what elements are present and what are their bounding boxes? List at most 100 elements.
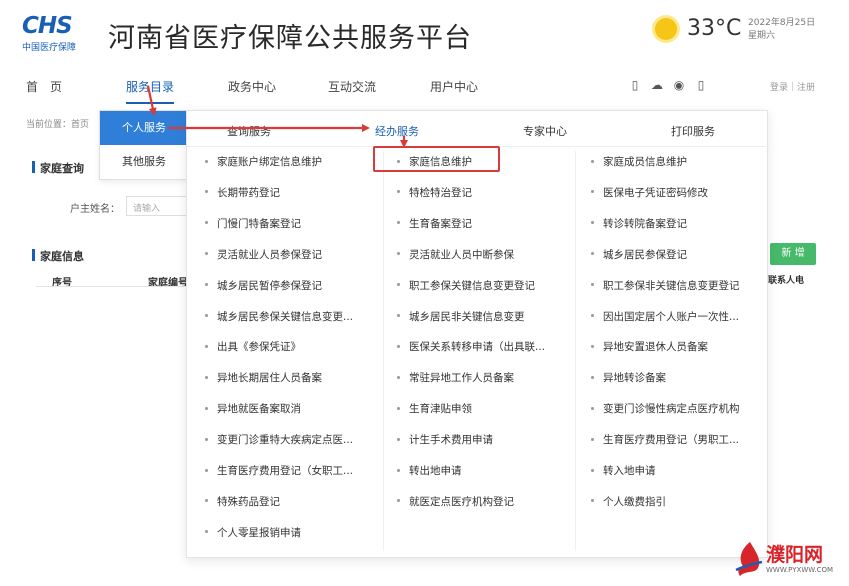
service-item-label: 城乡居民参保登记	[603, 248, 687, 261]
service-item-label: 生育备案登记	[409, 217, 472, 230]
service-item[interactable]: 个人缴费指引	[591, 494, 666, 509]
service-item-label: 就医定点医疗机构登记	[409, 495, 514, 508]
service-item[interactable]: 城乡居民参保关键信息变更...	[205, 309, 353, 324]
bullet-icon	[591, 252, 594, 256]
bullet-icon	[205, 437, 208, 441]
date-text: 2022年8月25日	[748, 18, 816, 28]
service-item-label: 出具《参保凭证》	[217, 341, 301, 354]
service-item[interactable]: 长期带药登记	[205, 185, 280, 200]
service-item-label: 个人零星报销申请	[217, 526, 301, 539]
temperature: 33°C	[687, 16, 742, 41]
service-item[interactable]: 出具《参保凭证》	[205, 339, 301, 354]
mobile-icon[interactable]: ▯	[628, 78, 642, 92]
dropdown-tabs: 查询服务 经办服务 专家中心 打印服务	[187, 111, 769, 147]
service-item[interactable]: 特殊药品登记	[205, 494, 280, 509]
bullet-icon	[205, 221, 208, 225]
add-button[interactable]: 新 增	[770, 243, 816, 265]
service-item-label: 生育医疗费用登记（男职工...	[603, 434, 740, 447]
service-item[interactable]: 转出地申请	[397, 463, 462, 478]
service-item[interactable]: 医保关系转移申请（出具联...	[397, 339, 545, 354]
bullet-icon	[591, 406, 594, 410]
weekday-text: 星期六	[748, 31, 776, 41]
service-item-label: 转出地申请	[409, 465, 462, 477]
bullet-icon	[397, 406, 400, 410]
service-item[interactable]: 生育津贴申领	[397, 401, 472, 416]
bullet-icon	[591, 314, 594, 317]
login-register-link[interactable]: 登录｜注册	[770, 80, 815, 93]
nav-user-center[interactable]: 用户中心	[430, 78, 478, 95]
service-item-label: 职工参保非关键信息变更登记	[603, 279, 740, 292]
service-item[interactable]: 异地安置退休人员备案	[591, 339, 708, 354]
tab-print-service[interactable]: 打印服务	[671, 123, 715, 139]
service-item[interactable]: 变更门诊慢性病定点医疗机构	[591, 401, 740, 416]
service-category-menu: 个人服务 其他服务	[99, 110, 188, 180]
nav-icon-group: ▯ ☁ ◉ ▯	[628, 78, 708, 92]
bullet-icon	[397, 221, 400, 225]
phone-icon[interactable]: ▯	[694, 78, 708, 92]
service-item-label: 异地转诊备案	[603, 372, 666, 385]
bullet-icon	[397, 468, 400, 472]
highlight-box	[373, 146, 500, 172]
service-item[interactable]: 就医定点医疗机构登记	[397, 494, 514, 509]
service-item[interactable]: 异地就医备案取消	[205, 401, 301, 416]
service-item[interactable]: 变更门诊重特大疾病定点医...	[205, 432, 353, 447]
service-item[interactable]: 城乡居民参保登记	[591, 247, 687, 262]
tab-query-service[interactable]: 查询服务	[227, 123, 271, 139]
section-family-info: 家庭信息	[32, 249, 84, 263]
bullet-icon	[205, 190, 208, 194]
nav-interaction[interactable]: 互动交流	[328, 78, 376, 95]
service-item[interactable]: 异地转诊备案	[591, 370, 666, 385]
service-item-label: 灵活就业人员参保登记	[217, 248, 322, 261]
service-item[interactable]: 计生手术费用申请	[397, 432, 493, 447]
service-item[interactable]: 灵活就业人员中断参保	[397, 247, 514, 262]
bullet-icon	[205, 406, 208, 410]
service-item[interactable]: 城乡居民暂停参保登记	[205, 278, 322, 293]
service-item[interactable]: 门慢门特备案登记	[205, 216, 301, 231]
service-item[interactable]: 特检特治登记	[397, 185, 472, 200]
watermark-url: WWW.PYXWW.COM	[766, 566, 834, 574]
service-item[interactable]: 医保电子凭证密码修改	[591, 185, 708, 200]
bullet-icon	[591, 159, 594, 163]
service-item-label: 医保电子凭证密码修改	[603, 186, 708, 199]
service-item[interactable]: 灵活就业人员参保登记	[205, 247, 322, 262]
tab-expert-center[interactable]: 专家中心	[523, 123, 567, 139]
tab-handling-service[interactable]: 经办服务	[375, 123, 419, 139]
nav-government-center[interactable]: 政务中心	[228, 78, 276, 95]
bullet-icon	[205, 314, 208, 317]
service-item[interactable]: 职工参保关键信息变更登记	[397, 278, 535, 293]
menu-personal-service[interactable]: 个人服务	[100, 111, 188, 145]
service-item[interactable]: 生育医疗费用登记（女职工...	[205, 463, 353, 478]
service-item[interactable]: 常驻异地工作人员备案	[397, 370, 514, 385]
service-item-label: 特殊药品登记	[217, 495, 280, 508]
service-item-label: 变更门诊慢性病定点医疗机构	[603, 403, 740, 416]
service-item[interactable]: 生育备案登记	[397, 216, 472, 231]
service-item-label: 异地就医备案取消	[217, 403, 301, 416]
service-item[interactable]: 转入地申请	[591, 463, 656, 478]
wechat-icon[interactable]: ☁	[650, 78, 664, 92]
service-item[interactable]: 生育医疗费用登记（男职工...	[591, 432, 739, 447]
service-item[interactable]: 因出国定居个人账户一次性...	[591, 309, 739, 324]
owner-name-input[interactable]: 请输入	[126, 196, 194, 216]
service-item[interactable]: 家庭成员信息维护	[591, 154, 687, 169]
service-item[interactable]: 异地长期居住人员备案	[205, 370, 322, 385]
page-root: CHS 中国医疗保障 河南省医疗保障公共服务平台 33°C 2022年8月25日…	[0, 0, 849, 586]
flame-icon	[735, 542, 763, 576]
service-item[interactable]: 个人零星报销申请	[205, 525, 301, 540]
service-item[interactable]: 转诊转院备案登记	[591, 216, 687, 231]
sun-icon	[655, 17, 677, 40]
breadcrumb: 当前位置：首页	[26, 120, 90, 130]
service-item-label: 转入地申请	[603, 465, 656, 477]
service-item[interactable]: 城乡居民非关键信息变更	[397, 309, 525, 324]
weather-widget: 33°C	[655, 16, 741, 41]
accessibility-icon[interactable]: ◉	[672, 78, 686, 92]
nav-home[interactable]: 首 页	[26, 78, 62, 95]
service-item[interactable]: 家庭账户绑定信息维护	[205, 154, 322, 169]
service-item-label: 异地安置退休人员备案	[603, 341, 708, 354]
chs-logo[interactable]: CHS 中国医疗保障	[22, 14, 94, 54]
service-item-label: 灵活就业人员中断参保	[409, 248, 514, 261]
service-item[interactable]: 职工参保非关键信息变更登记	[591, 278, 740, 293]
bullet-icon	[397, 314, 400, 317]
nav-service-directory[interactable]: 服务目录	[126, 78, 175, 104]
menu-other-service[interactable]: 其他服务	[100, 145, 188, 179]
bullet-icon	[205, 159, 208, 163]
